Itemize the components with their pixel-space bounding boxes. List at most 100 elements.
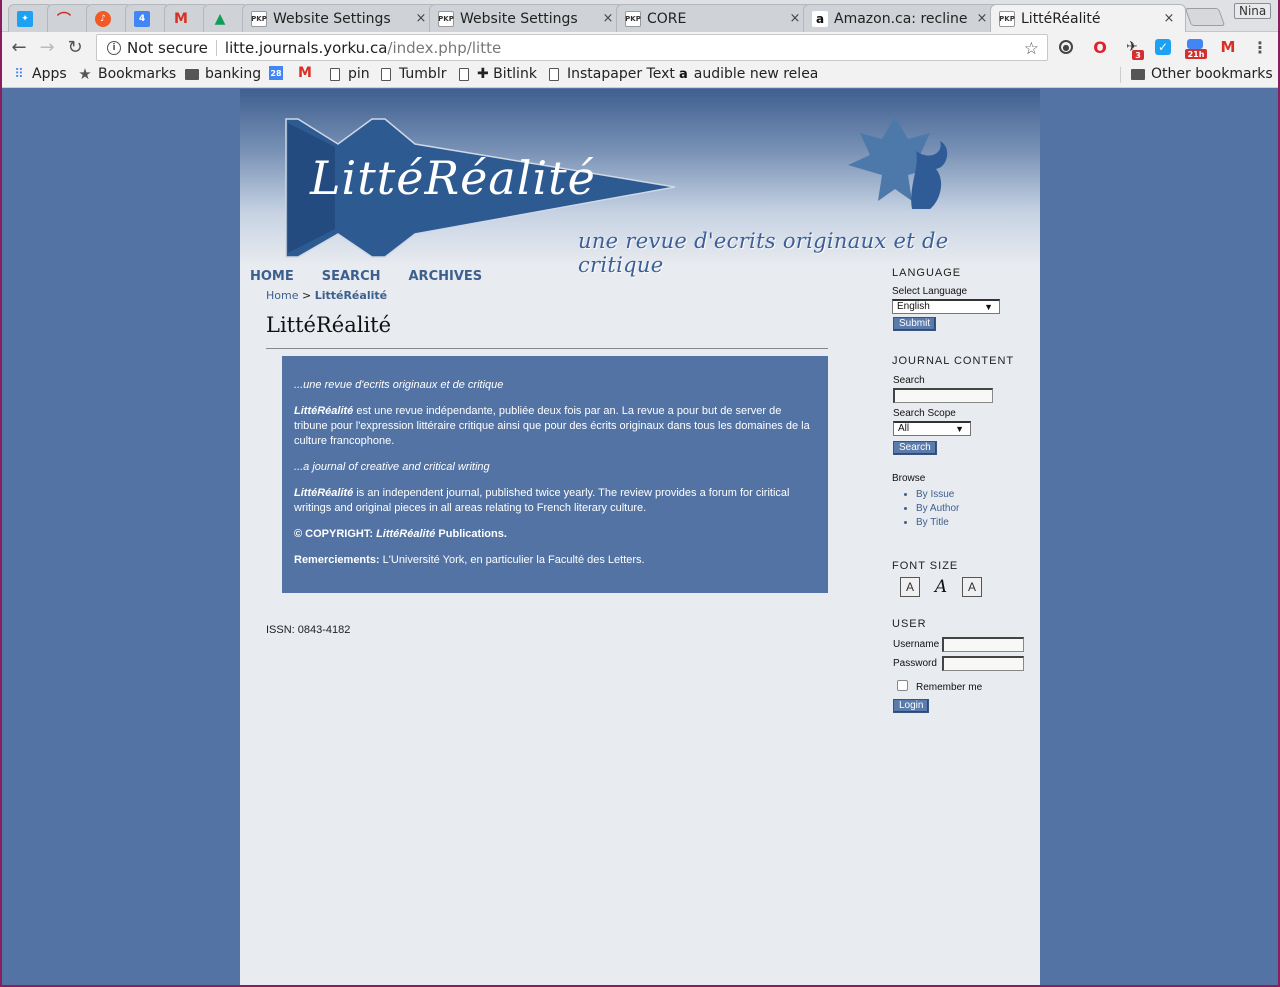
main-nav: HOME SEARCH ARCHIVES	[250, 269, 482, 284]
divider	[215, 39, 217, 56]
search-scope-label: Search Scope	[893, 408, 956, 419]
font-size-heading: FONT SIZE	[892, 560, 959, 572]
reload-icon[interactable]: ↻	[64, 36, 86, 58]
password-label: Password	[893, 658, 937, 669]
calendar-extension-icon[interactable]	[1187, 39, 1203, 49]
page-icon	[457, 67, 471, 81]
language-submit-button[interactable]: Submit	[893, 317, 937, 331]
chevron-down-icon: ▼	[984, 302, 993, 312]
url-domain: litte.journals.yorku.ca	[224, 38, 388, 57]
logo-text: LittéRéalité	[310, 151, 596, 205]
copyright: © COPYRIGHT: LittéRéalité Publications.	[294, 528, 507, 540]
calendar-icon: 28	[269, 66, 283, 80]
close-icon[interactable]: ×	[1161, 11, 1177, 26]
divider	[1120, 67, 1121, 83]
extension-badge: 3	[1132, 50, 1144, 60]
bookmark-audible[interactable]: a audible new relea	[679, 66, 817, 82]
tab-website-settings-2[interactable]: PKP Website Settings ×	[429, 4, 625, 32]
tab-core[interactable]: PKP CORE ×	[616, 4, 812, 32]
bookmark-pin[interactable]: pin	[328, 66, 370, 82]
nav-home[interactable]: HOME	[250, 269, 294, 284]
other-bookmarks[interactable]: Other bookmarks	[1131, 66, 1273, 82]
breadcrumb-current[interactable]: LittéRéalité	[315, 289, 387, 302]
bookmark-bitlink[interactable]: ✚ Bitlink	[457, 66, 537, 82]
opera-icon[interactable]: O	[1091, 38, 1109, 57]
tab-strip: ✦ ⌒ ♪ 4 M ▲ PKP Website Settings × PKP W…	[2, 0, 1278, 32]
search-label: Search	[893, 375, 925, 386]
nav-archives[interactable]: ARCHIVES	[409, 269, 483, 284]
tab-title: LittéRéalité	[1021, 10, 1101, 27]
page-icon	[379, 67, 393, 81]
gmail-extension-icon[interactable]: M	[1219, 38, 1237, 56]
tab-amazon[interactable]: a Amazon.ca: recline ×	[803, 4, 999, 32]
browse-by-author[interactable]: By Author	[916, 502, 959, 516]
page-icon	[328, 67, 342, 81]
profile-button[interactable]: Nina	[1234, 3, 1272, 19]
back-icon[interactable]: ←	[8, 36, 30, 58]
breadcrumb: Home > LittéRéalité	[266, 289, 387, 302]
check-extension-icon[interactable]: ✓	[1155, 39, 1171, 55]
new-tab-button[interactable]	[1184, 8, 1226, 26]
language-select[interactable]: English ▼	[892, 299, 1000, 314]
bookmark-instapaper[interactable]: Instapaper Text	[547, 66, 675, 82]
login-button[interactable]: Login	[893, 699, 930, 713]
tab-website-settings-1[interactable]: PKP Website Settings ×	[242, 4, 438, 32]
info-icon[interactable]: i	[107, 40, 121, 55]
username-field[interactable]	[942, 637, 1024, 652]
tab-title: Website Settings	[460, 10, 578, 27]
password-field[interactable]	[942, 656, 1024, 671]
bookmark-star-icon[interactable]: ☆	[1024, 39, 1039, 59]
close-icon[interactable]: ×	[974, 11, 990, 26]
search-input[interactable]	[893, 388, 993, 403]
bookmark-bookmarks[interactable]: ★ Bookmarks	[78, 65, 177, 83]
apps-icon: ⠿	[14, 66, 24, 82]
forward-icon[interactable]: →	[36, 36, 58, 58]
issn: ISSN: 0843-4182	[266, 624, 351, 636]
user-heading: USER	[892, 618, 927, 630]
font-size-default-icon[interactable]: A	[931, 577, 951, 597]
drive-icon: ▲	[214, 10, 226, 27]
bookmark-label: pin	[348, 66, 370, 82]
gmail-icon: M	[174, 10, 188, 27]
bookmark-calendar[interactable]: 28	[269, 66, 289, 80]
pkp-icon: PKP	[999, 10, 1015, 27]
site-page: LittéRéalité une revue d'ecrits originau…	[240, 89, 1040, 985]
font-size-large-icon[interactable]: A	[962, 577, 982, 597]
remember-me-checkbox[interactable]	[897, 680, 908, 691]
search-button[interactable]: Search	[893, 441, 937, 455]
bookmark-apps[interactable]: ⠿ Apps	[12, 66, 67, 82]
bookmark-tumblr[interactable]: Tumblr	[379, 66, 446, 82]
browse-by-issue[interactable]: By Issue	[916, 488, 959, 502]
close-icon[interactable]: ×	[600, 11, 616, 26]
bookmark-gmail[interactable]: M	[298, 65, 318, 81]
site-header: LittéRéalité une revue d'ecrits originau…	[240, 89, 1040, 277]
bookmark-label: audible new relea	[693, 66, 817, 82]
bookmark-label: Bookmarks	[98, 66, 177, 82]
acknowledgements: Remerciements: L'Université York, en par…	[294, 554, 645, 566]
bookmark-banking[interactable]: banking	[185, 66, 261, 82]
close-icon[interactable]: ×	[413, 11, 429, 26]
bookmark-label: Apps	[32, 66, 67, 82]
browse-by-title[interactable]: By Title	[916, 516, 959, 530]
journal-description: ...une revue d'ecrits originaux et de cr…	[282, 356, 828, 593]
bookmarks-bar: ⠿ Apps ★ Bookmarks banking 28 M pin Tumb…	[2, 62, 1278, 88]
close-icon[interactable]: ×	[787, 11, 803, 26]
password-manager-icon[interactable]: ●	[1059, 40, 1073, 54]
bookmark-label: ✚ Bitlink	[477, 66, 537, 82]
tab-litterealite[interactable]: PKP LittéRéalité ×	[990, 4, 1186, 32]
menu-icon[interactable]: ⋮	[1251, 38, 1269, 57]
bookmark-label: Other bookmarks	[1151, 66, 1273, 82]
font-size-small-icon[interactable]: A	[900, 577, 920, 597]
intro-fr: ...une revue d'ecrits originaux et de cr…	[294, 379, 504, 391]
breadcrumb-home[interactable]: Home	[266, 289, 298, 302]
nav-search[interactable]: SEARCH	[322, 269, 381, 284]
address-bar[interactable]: i Not secure litte.journals.yorku.ca/ind…	[96, 34, 1048, 61]
browser-window: ✦ ⌒ ♪ 4 M ▲ PKP Website Settings × PKP W…	[2, 0, 1278, 985]
tab-title: CORE	[647, 10, 687, 27]
username-label: Username	[893, 639, 940, 650]
security-label: Not secure	[127, 38, 208, 57]
search-scope-select[interactable]: All ▼	[893, 421, 971, 436]
paragraph-en: LittéRéalité is an independent journal, …	[294, 487, 790, 514]
divider	[266, 348, 828, 349]
breadcrumb-separator: >	[301, 289, 312, 302]
